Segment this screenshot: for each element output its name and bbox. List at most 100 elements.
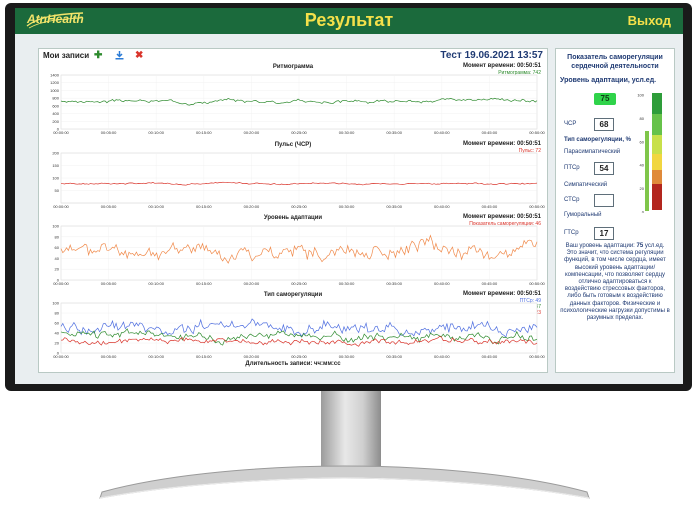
y-tick-label: 200	[52, 119, 59, 124]
x-tick-label: 00:05:00	[101, 204, 117, 209]
y-tick-label: 150	[52, 163, 59, 168]
x-tick-label: 00:10:00	[148, 204, 164, 209]
scale-band	[652, 114, 662, 136]
x-tick-label: 00:25:00	[291, 281, 307, 286]
adaptation-scale	[652, 93, 662, 210]
x-tick-label: 00:30:00	[339, 281, 355, 286]
y-tick-label: 1400	[50, 73, 60, 78]
level-indicator-strip	[645, 131, 649, 211]
x-tick-label: 00:05:00	[101, 354, 117, 359]
exit-button[interactable]: Выход	[628, 13, 671, 28]
x-tick-label: 00:45:00	[482, 354, 498, 359]
x-tick-label: 00:40:00	[434, 204, 450, 209]
pulse-chart: Пульс (ЧСР) Момент времени: 00:50:51 Пульс…	[39, 139, 547, 211]
x-tick-label: 00:35:00	[386, 130, 402, 135]
monitor-bezel: AtnHealth Результат Выход Мои записи ✚ ✖…	[5, 3, 692, 391]
rhythmogram-chart: Ритмограмма Момент времени: 00:50:51 Ритмо…	[39, 61, 547, 137]
download-icon	[115, 51, 124, 60]
x-tick-label: 00:15:00	[196, 130, 212, 135]
chart-plot: 140012001000800600400200000:00:00 00:05:0…	[50, 73, 545, 136]
y-tick-label: 80	[55, 234, 60, 239]
y-tick-label: 600	[52, 103, 59, 108]
summary-title: Показатель саморегуляции сердечной деяте…	[567, 54, 663, 70]
my-records-label: Мои записи	[43, 51, 90, 60]
y-tick-label: 40	[55, 331, 60, 336]
y-tick-label: 1000	[50, 88, 60, 93]
x-tick-label: 00:25:00	[291, 130, 307, 135]
x-axis-title: Длительность записи: чч:мм:сс	[245, 361, 341, 367]
x-tick-label: 00:50:00	[529, 130, 545, 135]
y-tick-label: 20	[55, 341, 60, 346]
x-tick-label: 00:40:00	[434, 354, 450, 359]
top-bar: AtnHealth Результат Выход	[15, 8, 683, 34]
gtsr-value: 17	[594, 227, 614, 240]
x-tick-label: 00:05:00	[101, 130, 117, 135]
x-tick-label: 00:10:00	[148, 354, 164, 359]
adaptation-level-label: Уровень адаптации, усл.ед.	[560, 77, 657, 84]
regulation-type-label: Тип саморегуляции, %	[564, 137, 631, 143]
x-tick-label: 00:20:00	[244, 354, 260, 359]
x-tick-label: 00:15:00	[196, 354, 212, 359]
x-tick-label: 00:25:00	[291, 354, 307, 359]
app-window: AtnHealth Результат Выход Мои записи ✚ ✖…	[15, 8, 683, 384]
chart-plot: 10080604020000:00:00 00:05:00 00:10:00 00:1…	[52, 301, 545, 360]
hr-value: 68	[594, 118, 614, 131]
x-tick-label: 00:30:00	[339, 130, 355, 135]
ptsr-label: ПТСр	[564, 165, 580, 171]
x-tick-label: 00:35:00	[386, 281, 402, 286]
scale-tick-label: 100	[637, 93, 644, 98]
x-tick-label: 00:10:00	[148, 130, 164, 135]
y-tick-label: 20	[55, 267, 60, 272]
x-tick-label: 00:50:00	[529, 281, 545, 286]
delete-record-button[interactable]: ✖	[135, 50, 143, 61]
y-tick-label: 100	[52, 176, 59, 181]
add-record-button[interactable]: ✚	[94, 50, 102, 61]
page-title: Результат	[304, 10, 394, 30]
adaptation-chart: Уровень адаптации Момент времени: 00:50:5…	[39, 212, 547, 288]
scale-band	[652, 184, 662, 210]
y-tick-label: 400	[52, 111, 59, 116]
scale-axis: 100806040200	[637, 93, 645, 214]
test-title: Тест 19.06.2021 13:57	[440, 50, 543, 61]
gtsr-label: ГТСр	[564, 230, 579, 236]
x-tick-label: 00:00:00	[53, 354, 69, 359]
x-tick-label: 00:20:00	[244, 130, 260, 135]
scale-band	[652, 153, 662, 171]
x-tick-label: 00:30:00	[339, 204, 355, 209]
x-tick-label: 00:10:00	[148, 281, 164, 286]
scale-tick-label: 60	[640, 139, 645, 144]
stsr-value	[594, 194, 614, 207]
x-tick-label: 00:40:00	[434, 281, 450, 286]
result-description: Ваш уровень адаптации: 75 усл.ед. Это зн…	[560, 243, 670, 322]
x-tick-label: 00:45:00	[482, 204, 498, 209]
x-tick-label: 00:35:00	[386, 204, 402, 209]
y-tick-label: 60	[55, 321, 60, 326]
summary-panel: Показатель саморегуляции сердечной деяте…	[555, 48, 675, 373]
chart-plot: 200 150 100 50 00:00:00 00:05:00 00:10:00 00:15…	[52, 151, 545, 210]
scale-tick-label: 80	[640, 116, 645, 121]
y-tick-label: 50	[55, 188, 60, 193]
scale-band	[652, 170, 662, 185]
charts-panel: Мои записи ✚ ✖ Тест 19.06.2021 13:57 Рит…	[38, 48, 548, 373]
x-tick-label: 00:35:00	[386, 354, 402, 359]
y-tick-label: 80	[55, 311, 60, 316]
scale-band	[652, 135, 662, 154]
x-tick-label: 00:15:00	[196, 204, 212, 209]
x-tick-label: 00:20:00	[244, 204, 260, 209]
x-tick-label: 00:15:00	[196, 281, 212, 286]
chart-plot: 10080604020000:00:00 00:05:00 00:10:00 00:1…	[52, 224, 545, 287]
x-tick-label: 00:45:00	[482, 130, 498, 135]
scale-band	[652, 93, 662, 115]
x-tick-label: 00:25:00	[291, 204, 307, 209]
y-tick-label: 40	[55, 256, 60, 261]
hr-label: ЧСР	[564, 121, 577, 127]
scale-tick-label: 20	[640, 186, 645, 191]
y-tick-label: 800	[52, 96, 59, 101]
x-tick-label: 00:00:00	[53, 281, 69, 286]
x-tick-label: 00:40:00	[434, 130, 450, 135]
x-tick-label: 00:45:00	[482, 281, 498, 286]
x-tick-label: 00:00:00	[53, 130, 69, 135]
x-tick-label: 00:20:00	[244, 281, 260, 286]
selfregulation-type-chart: Тип саморегуляции Момент времени: 00:50:5…	[39, 289, 547, 361]
adaptation-level-badge: 75	[594, 93, 616, 105]
